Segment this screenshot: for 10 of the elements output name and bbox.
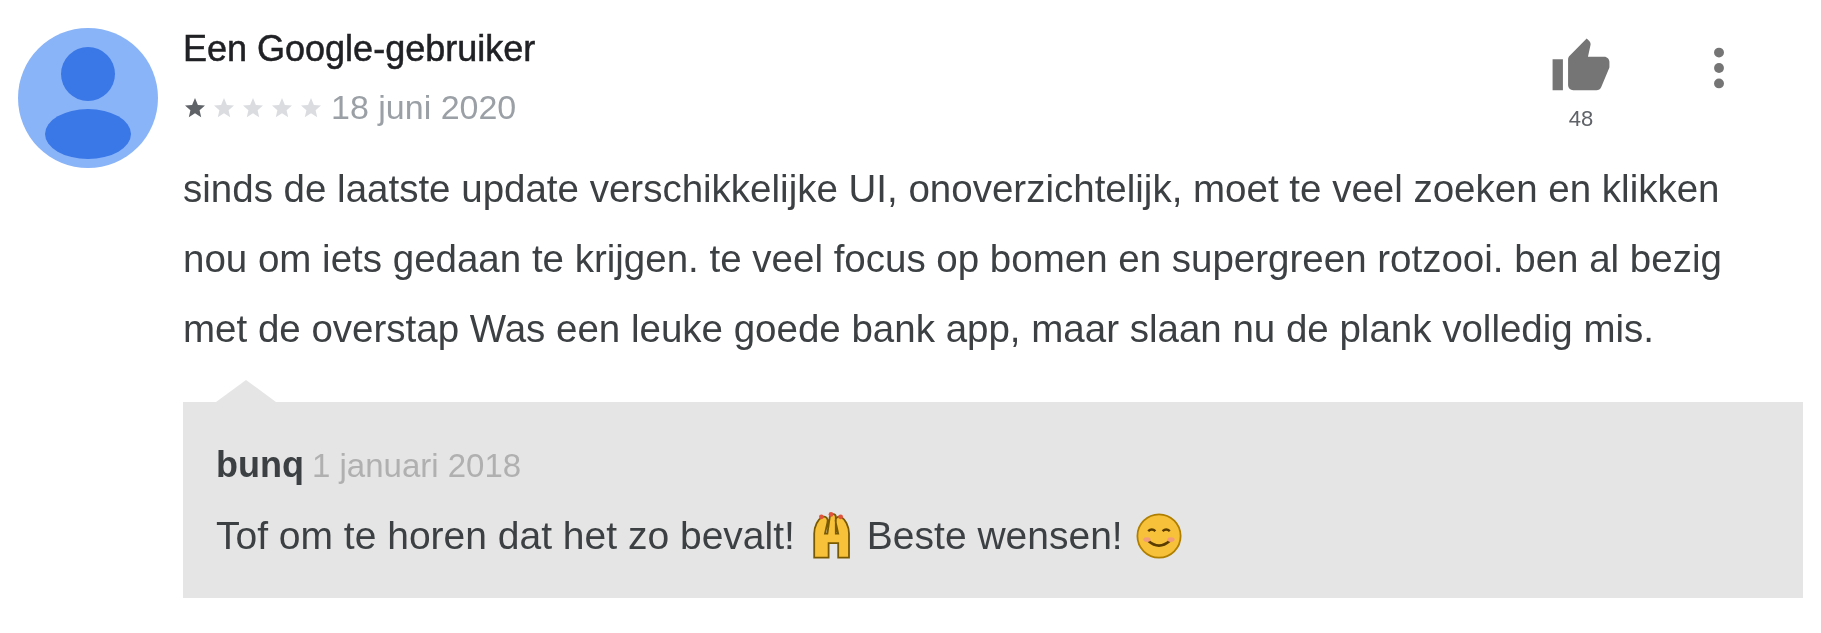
review-text: sinds de laatste update verschikkelijke UI, onoverzichtelijk, moet te veel zoeken en klikken nou om iets gedaan te krijgen. te veel focus op bomen en supergreen rotzooi. ben al bezig met de overstap Was een leuke goede bank app, maar slaan nu de plank volledig mis.: [183, 166, 1723, 352]
like-count: 48: [1568, 106, 1594, 132]
smiley-icon: [1134, 512, 1183, 560]
more-options-icon[interactable]: [1713, 46, 1725, 90]
author-name: Een Google-gebruiker: [183, 28, 536, 70]
reply-text: Beste wensen!: [866, 514, 1123, 558]
reply-author: bunq: [216, 444, 304, 486]
reply-text: Tof om te horen dat het zo bevalt!: [216, 514, 795, 558]
review-date: 18 juni 2020: [331, 88, 517, 127]
avatar-icon: [18, 28, 158, 168]
